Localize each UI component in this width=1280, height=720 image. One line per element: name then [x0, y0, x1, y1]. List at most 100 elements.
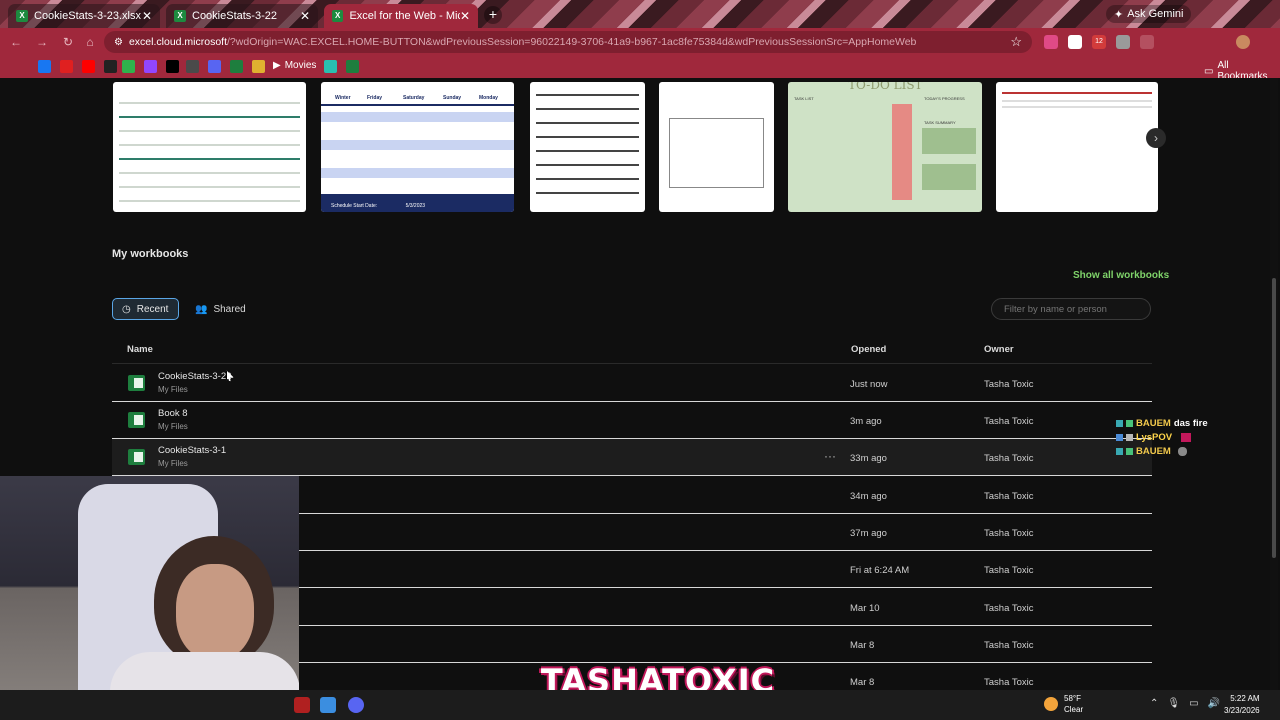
notepad-icon[interactable]: [320, 697, 336, 713]
show-all-workbooks-link[interactable]: Show all workbooks: [1073, 270, 1169, 281]
column-opened[interactable]: Opened: [851, 344, 886, 355]
emote-icon: [1181, 432, 1192, 442]
reload-button[interactable]: ↻: [60, 34, 76, 50]
weather-widget[interactable]: 58°F Clear: [1044, 693, 1083, 715]
bookmark-icon[interactable]: [324, 60, 337, 73]
bookmark-twitch-icon[interactable]: [144, 60, 157, 73]
taskbar-app-icon[interactable]: [294, 697, 310, 713]
template-thumbnail-budget[interactable]: [113, 82, 306, 212]
file-name[interactable]: Book 8: [158, 408, 188, 419]
display-icon[interactable]: ▭: [1189, 698, 1198, 709]
bookmark-icon[interactable]: [346, 60, 359, 73]
column-name[interactable]: Name: [127, 344, 153, 355]
close-icon[interactable]: ✕: [142, 9, 152, 23]
bookmark-x-icon[interactable]: [166, 60, 179, 73]
schedule-day: Saturday: [403, 95, 425, 101]
column-owner[interactable]: Owner: [984, 344, 1014, 355]
more-options-button[interactable]: ···: [824, 449, 836, 463]
template-thumbnail-schedule[interactable]: Winter Friday Saturday Sunday Monday Sch…: [321, 82, 514, 212]
file-owner: Tasha Toxic: [984, 491, 1034, 502]
extension-icon[interactable]: [1068, 35, 1082, 49]
address-bar[interactable]: ⚙ excel.cloud.microsoft /?wdOrigin=WAC.E…: [104, 31, 1032, 53]
schedule-footer-label: Schedule Start Date:: [331, 203, 378, 209]
folder-icon: ▭: [1204, 65, 1214, 77]
extension-badge[interactable]: 12: [1092, 35, 1106, 49]
file-owner: Tasha Toxic: [984, 603, 1034, 614]
badge-icon: [1126, 433, 1133, 441]
extension-icon[interactable]: [1044, 35, 1058, 49]
tab-label: Excel for the Web - Microsoft 3: [349, 10, 460, 22]
bookmark-movies[interactable]: ▶ Movies: [273, 60, 316, 71]
file-location: My Files: [158, 385, 188, 394]
excel-file-icon: X: [174, 10, 186, 22]
tab-cookiestats-3-22[interactable]: X CookieStats-3-22 ✕: [166, 4, 318, 28]
weather-temperature: 58°F: [1064, 694, 1081, 703]
tab-label: CookieStats-3-22: [192, 10, 277, 22]
page-scrollbar[interactable]: [1270, 78, 1278, 690]
profile-avatar[interactable]: [1236, 35, 1250, 49]
template-thumbnail-grid[interactable]: [530, 82, 645, 212]
site-info-icon[interactable]: ⚙: [114, 37, 123, 48]
schedule-day: Friday: [367, 95, 383, 101]
bookmark-youtube-icon[interactable]: [82, 60, 95, 73]
chevron-up-icon[interactable]: ⌃: [1150, 698, 1158, 709]
forward-button[interactable]: →: [34, 34, 50, 50]
excel-file-icon: [128, 412, 145, 428]
discord-icon[interactable]: [348, 697, 364, 713]
scrollbar-thumb[interactable]: [1272, 278, 1276, 558]
table-row[interactable]: CookieStats-3-22 My Files Just now Tasha…: [112, 365, 1152, 402]
webcam-overlay: [0, 476, 299, 720]
play-icon: ▶: [273, 60, 281, 71]
extension-icon[interactable]: [1140, 35, 1154, 49]
table-row[interactable]: CookieStats-3-1 My Files ··· 33m ago Tas…: [112, 439, 1152, 476]
invoice-table: [669, 118, 764, 188]
excel-file-icon: [128, 449, 145, 465]
new-tab-button[interactable]: +: [484, 6, 502, 24]
file-name[interactable]: CookieStats-3-22: [158, 371, 231, 382]
excel-file-icon: [128, 375, 145, 391]
close-icon[interactable]: ✕: [460, 9, 470, 23]
bookmark-icon[interactable]: [230, 60, 243, 73]
table-row[interactable]: Book 8 My Files 3m ago Tasha Toxic: [112, 402, 1152, 439]
volume-icon[interactable]: 🔊: [1208, 698, 1220, 709]
template-thumbnail-table[interactable]: [996, 82, 1158, 212]
filter-shared-button[interactable]: 👥 Shared: [186, 298, 256, 320]
taskbar-clock[interactable]: 5:22 AM 3/23/2026: [1224, 693, 1260, 717]
chat-username: BAUEM: [1136, 445, 1171, 457]
bookmark-icon[interactable]: [208, 60, 221, 73]
template-thumbnail-todo-list[interactable]: TO-DO LIST TASK LIST TODAY'S PROGRESS TA…: [788, 82, 982, 212]
bookmark-icon[interactable]: [122, 60, 135, 73]
ask-gemini-button[interactable]: ✦ Ask Gemini: [1106, 5, 1192, 23]
streamer-face: [176, 564, 254, 660]
bookmark-icon[interactable]: [104, 60, 117, 73]
chat-message: BAUEM: [1116, 444, 1208, 458]
url-path: /?wdOrigin=WAC.EXCEL.HOME-BUTTON&wdPrevi…: [227, 36, 917, 48]
tab-cookiestats-3-23[interactable]: X CookieStats-3-23.xlsx ✕: [8, 4, 160, 28]
bookmark-icon[interactable]: [252, 60, 265, 73]
bookmark-facebook-icon[interactable]: [38, 60, 51, 73]
tab-excel-for-the-web[interactable]: X Excel for the Web - Microsoft 3 ✕: [324, 4, 478, 28]
bookmark-icon[interactable]: [186, 60, 199, 73]
star-icon[interactable]: ☆: [1010, 34, 1022, 50]
home-button[interactable]: ⌂: [82, 34, 98, 50]
bookmark-icon[interactable]: [60, 60, 73, 73]
file-opened: Just now: [850, 379, 888, 390]
todo-progress-chart: [922, 128, 976, 154]
chevron-right-icon: ›: [1154, 131, 1158, 145]
extension-icon[interactable]: [1116, 35, 1130, 49]
close-icon[interactable]: ✕: [300, 9, 310, 23]
badge-icon: [1116, 447, 1123, 455]
file-name[interactable]: CookieStats-3-1: [158, 445, 226, 456]
microphone-icon[interactable]: 🎙: [1167, 698, 1180, 709]
file-opened: 37m ago: [850, 528, 887, 539]
todo-status-column: [892, 104, 912, 200]
filter-recent-button[interactable]: ◷ Recent: [112, 298, 179, 320]
schedule-date: 5/3/2023: [405, 203, 426, 209]
filter-input[interactable]: [991, 298, 1151, 320]
template-thumbnail-invoice[interactable]: [659, 82, 774, 212]
schedule-footer: Schedule Start Date: 5/3/2023: [321, 194, 514, 212]
filter-recent-label: Recent: [136, 303, 169, 315]
carousel-next-button[interactable]: ›: [1146, 128, 1166, 148]
back-button[interactable]: ←: [8, 34, 24, 50]
weather-condition: Clear: [1064, 705, 1084, 714]
